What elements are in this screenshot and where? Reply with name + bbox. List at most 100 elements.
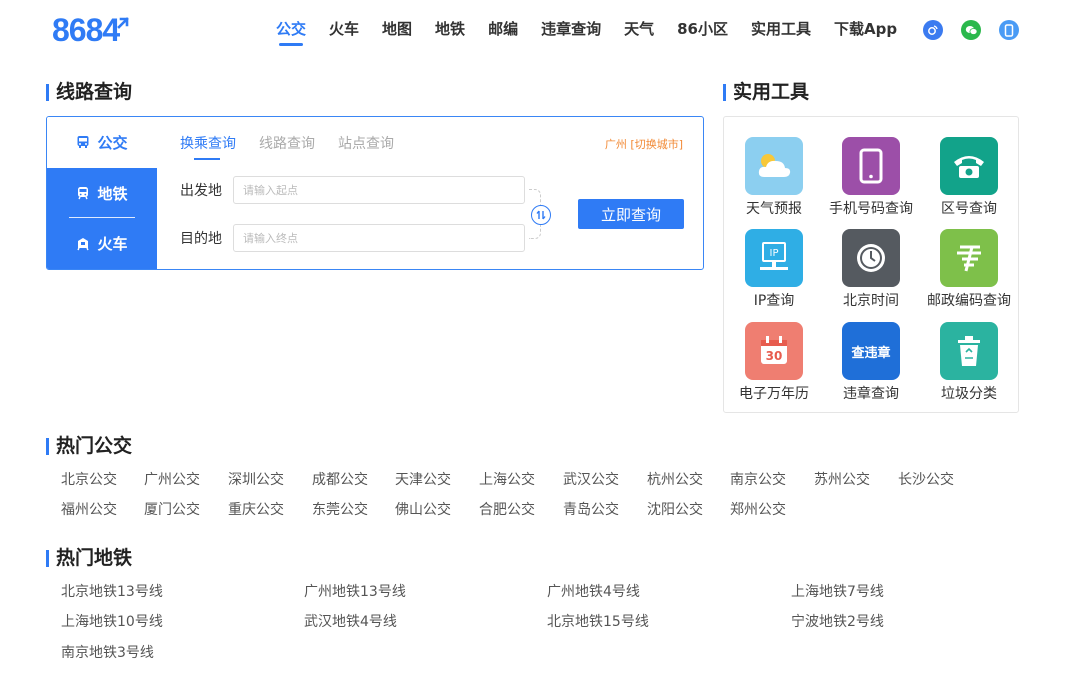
tool-trash-sorting[interactable]: 垃圾分类	[919, 322, 1019, 403]
trash-icon	[940, 322, 998, 380]
nav-item-violation[interactable]: 违章查询	[541, 18, 601, 39]
weather-icon	[745, 137, 803, 195]
hot-bus-link[interactable]: 武汉公交	[563, 469, 619, 489]
mode-tab-train-label: 火车	[97, 235, 128, 253]
main-nav: 公交 火车 地图 地铁 邮编 违章查询 天气 86小区 实用工具 下载App	[276, 18, 920, 46]
hot-bus-link[interactable]: 福州公交	[61, 499, 117, 519]
hot-bus-link[interactable]: 南京公交	[730, 469, 786, 489]
hot-bus-link[interactable]: 上海公交	[479, 469, 535, 489]
tool-violation[interactable]: 查违章 违章查询	[821, 322, 921, 403]
tool-label: IP查询	[753, 293, 795, 309]
violation-icon-text: 查违章	[851, 345, 891, 361]
mobile-icon[interactable]	[999, 20, 1019, 40]
hot-bus-link[interactable]: 北京公交	[61, 469, 117, 489]
postal-icon	[940, 229, 998, 287]
mode-tab-bus[interactable]: 公交	[47, 117, 157, 167]
swap-icon[interactable]	[531, 205, 551, 225]
wechat-icon[interactable]	[961, 20, 981, 40]
hot-bus-link[interactable]: 天津公交	[395, 469, 451, 489]
nav-item-map[interactable]: 地图	[382, 18, 412, 39]
phone-icon	[842, 137, 900, 195]
nav-item-community[interactable]: 86小区	[677, 18, 728, 39]
tab-line-query[interactable]: 线路查询	[259, 133, 315, 153]
telephone-icon	[940, 137, 998, 195]
tool-beijing-time[interactable]: 北京时间	[821, 229, 921, 310]
mode-tab-bus-label: 公交	[97, 133, 128, 152]
hot-subway-link[interactable]: 上海地铁10号线	[61, 611, 163, 631]
hot-bus-link[interactable]: 重庆公交	[228, 499, 284, 519]
to-input[interactable]	[233, 224, 525, 252]
tool-area-code[interactable]: 区号查询	[919, 137, 1019, 218]
clock-icon	[842, 229, 900, 287]
from-input[interactable]	[233, 176, 525, 204]
tool-label: 电子万年历	[739, 386, 809, 402]
hot-bus-link[interactable]: 佛山公交	[395, 499, 451, 519]
violation-icon: 查违章	[842, 322, 900, 380]
mode-tab-train[interactable]: 火车	[47, 218, 157, 269]
tool-label: 天气预报	[746, 201, 802, 217]
from-label: 出发地	[180, 183, 222, 199]
hot-subway-link[interactable]: 北京地铁15号线	[547, 611, 649, 631]
tool-label: 北京时间	[843, 293, 899, 309]
mode-tab-subway-label: 地铁	[97, 184, 128, 203]
hot-bus-link[interactable]: 广州公交	[144, 469, 200, 489]
to-label: 目的地	[180, 231, 222, 247]
hot-bus-section-title: 热门公交	[46, 435, 132, 457]
nav-item-tools[interactable]: 实用工具	[751, 18, 811, 39]
tab-transfer-query[interactable]: 换乘查询	[180, 133, 236, 160]
tool-phone-lookup[interactable]: 手机号码查询	[821, 137, 921, 218]
search-button[interactable]: 立即查询	[578, 199, 684, 229]
tool-ip-lookup[interactable]: IP IP查询	[724, 229, 824, 310]
social-icons	[923, 20, 1037, 40]
tools-section-title: 实用工具	[723, 81, 809, 103]
route-query-tabs: 换乘查询 线路查询 站点查询	[180, 133, 417, 160]
logo-text: 8684	[52, 11, 120, 48]
svg-text:IP: IP	[770, 248, 779, 259]
hot-bus-link[interactable]: 杭州公交	[647, 469, 703, 489]
hot-bus-link[interactable]: 深圳公交	[228, 469, 284, 489]
hot-bus-link[interactable]: 郑州公交	[730, 499, 786, 519]
hot-subway-link[interactable]: 上海地铁7号线	[791, 581, 884, 601]
tool-label: 垃圾分类	[941, 386, 997, 402]
tool-label: 违章查询	[843, 386, 899, 402]
nav-item-subway[interactable]: 地铁	[435, 18, 465, 39]
weibo-icon[interactable]	[923, 20, 943, 40]
hot-subway-link[interactable]: 武汉地铁4号线	[304, 611, 397, 631]
tab-station-query[interactable]: 站点查询	[338, 133, 394, 153]
nav-item-postcode[interactable]: 邮编	[488, 18, 518, 39]
tool-postcode[interactable]: 邮政编码查询	[919, 229, 1019, 310]
hot-subway-link[interactable]: 宁波地铁2号线	[791, 611, 884, 631]
hot-subway-link[interactable]: 南京地铁3号线	[61, 642, 154, 662]
tool-label: 手机号码查询	[829, 201, 913, 217]
ip-icon: IP	[745, 229, 803, 287]
nav-item-weather[interactable]: 天气	[624, 18, 654, 39]
hot-bus-link[interactable]: 长沙公交	[898, 469, 954, 489]
hot-bus-link[interactable]: 青岛公交	[563, 499, 619, 519]
tool-label: 区号查询	[941, 201, 997, 217]
hot-subway-link[interactable]: 广州地铁13号线	[304, 581, 406, 601]
site-logo[interactable]: 8684	[52, 12, 130, 48]
svg-text:30: 30	[766, 349, 783, 363]
hot-subway-link[interactable]: 广州地铁4号线	[547, 581, 640, 601]
nav-item-bus[interactable]: 公交	[276, 18, 306, 46]
hot-bus-link[interactable]: 东莞公交	[312, 499, 368, 519]
tool-weather[interactable]: 天气预报	[724, 137, 824, 218]
hot-bus-link[interactable]: 合肥公交	[479, 499, 535, 519]
tool-calendar[interactable]: 30 电子万年历	[724, 322, 824, 403]
route-query-panel: 公交 地铁 火车 换乘查询 线路查询 站点查询 广州 [切换城市] 出发地 目的…	[46, 116, 704, 270]
tool-label: 邮政编码查询	[927, 293, 1011, 309]
hot-bus-link[interactable]: 沈阳公交	[647, 499, 703, 519]
switch-city-link[interactable]: 广州 [切换城市]	[605, 136, 683, 152]
route-mode-tabs: 公交 地铁 火车	[47, 117, 157, 269]
hot-bus-link[interactable]: 厦门公交	[144, 499, 200, 519]
calendar-icon: 30	[745, 322, 803, 380]
nav-item-train[interactable]: 火车	[329, 18, 359, 39]
hot-subway-section-title: 热门地铁	[46, 547, 132, 569]
route-section-title: 线路查询	[46, 81, 132, 103]
hot-bus-link[interactable]: 成都公交	[312, 469, 368, 489]
arrow-icon	[117, 17, 130, 29]
nav-item-download-app[interactable]: 下载App	[834, 18, 897, 39]
hot-subway-link[interactable]: 北京地铁13号线	[61, 581, 163, 601]
hot-bus-link[interactable]: 苏州公交	[814, 469, 870, 489]
mode-tab-subway[interactable]: 地铁	[47, 168, 157, 218]
